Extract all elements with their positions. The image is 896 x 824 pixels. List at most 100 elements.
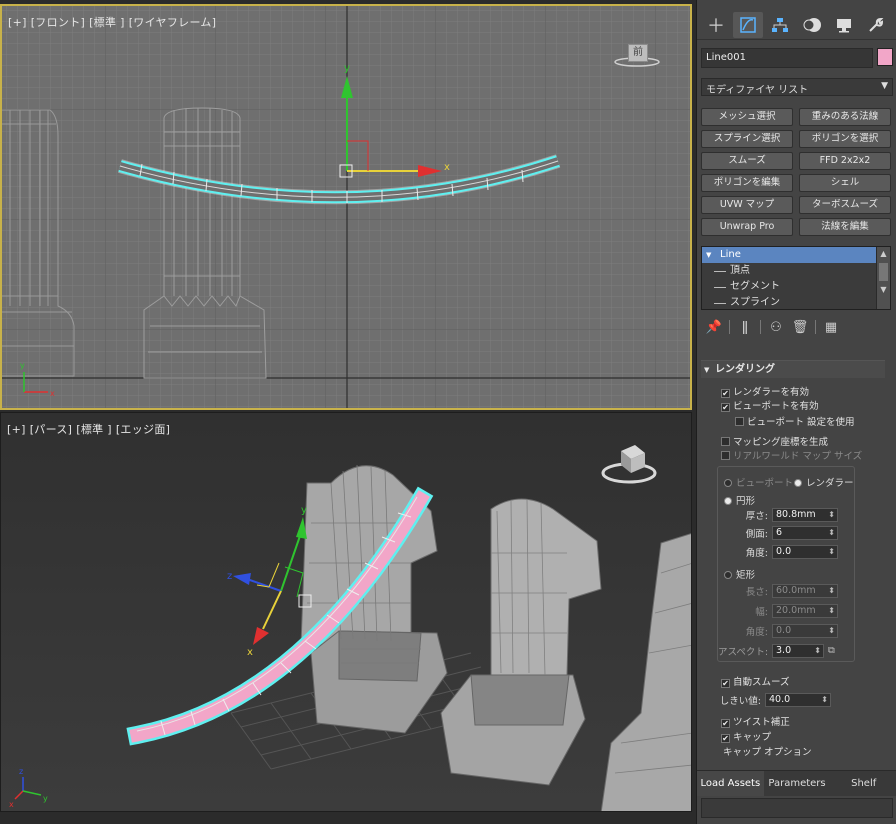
- stack-item-spline[interactable]: スプライン: [702, 295, 890, 311]
- thickness-value[interactable]: 80.8mm: [772, 507, 838, 522]
- gizmo-z-label-persp: z: [227, 571, 232, 582]
- remove-modifier-icon[interactable]: 🗑: [791, 318, 809, 336]
- viewport-menu-plus[interactable]: [+]: [8, 16, 27, 29]
- checkbox-checked-icon: ✔: [721, 679, 730, 688]
- separator: [815, 320, 816, 334]
- front-viewport-label[interactable]: [+] [フロント] [標準 ] [ワイヤフレーム]: [8, 14, 220, 30]
- ffd-button[interactable]: FFD 2x2x2: [799, 152, 891, 170]
- viewport-point-of-view[interactable]: [フロント]: [31, 16, 85, 29]
- radio-on-icon: [794, 479, 802, 487]
- viewport-shading-standard[interactable]: [標準 ]: [76, 423, 112, 436]
- front-viewport[interactable]: y x y x [+] [フロント] [標準 ] [ワイヤフレーム] 前: [0, 4, 692, 410]
- auto-smooth-checkbox[interactable]: ✔ 自動スムーズ: [721, 674, 790, 688]
- scroll-down-icon[interactable]: ▼: [877, 283, 890, 297]
- length-label: 長さ:: [745, 586, 768, 598]
- unwrap-pro-button[interactable]: Unwrap Pro: [701, 218, 793, 236]
- poly-select-button[interactable]: ポリゴンを選択: [799, 130, 891, 148]
- cap-options-label: キャップ オプション: [723, 747, 812, 758]
- generate-mapping-label: マッピング座標を生成: [733, 437, 829, 448]
- modifier-list-dropdown[interactable]: モディファイヤ リスト ▼: [701, 78, 893, 96]
- uvw-map-button[interactable]: UVW マップ: [701, 196, 793, 214]
- angle-value[interactable]: 0.0: [772, 544, 838, 559]
- command-panel-tabs: ＋: [697, 0, 896, 40]
- wrench-icon[interactable]: [861, 12, 891, 38]
- renderer-radio[interactable]: レンダラー: [794, 475, 854, 489]
- aspect-spinner[interactable]: アスペクト:3.0 ⧉: [718, 643, 835, 658]
- show-end-result-icon[interactable]: ǁ: [736, 318, 754, 336]
- mesh-select-button[interactable]: メッシュ選択: [701, 108, 793, 126]
- twist-correct-checkbox[interactable]: ✔ ツイスト補正: [721, 714, 790, 728]
- rectangular-radio[interactable]: 矩形: [724, 567, 755, 581]
- configure-sets-icon[interactable]: ▦: [822, 318, 840, 336]
- angle-spinner[interactable]: 角度: 0.0: [718, 544, 838, 559]
- viewport-point-of-view[interactable]: [パース]: [30, 423, 73, 436]
- use-viewport-settings-checkbox[interactable]: ビューポート 設定を使用: [735, 414, 855, 428]
- display-icon[interactable]: [829, 12, 859, 38]
- rect-angle-label: 角度:: [745, 626, 768, 638]
- checkbox-checked-icon: ✔: [721, 719, 730, 728]
- viewport-menu-plus[interactable]: [+]: [7, 423, 26, 436]
- cap-options-group-label: キャップ オプション: [723, 744, 812, 758]
- real-world-map-label: リアルワールド マップ サイズ: [733, 451, 863, 462]
- stack-item-vertex[interactable]: 頂点: [702, 263, 890, 279]
- rect-angle-spinner[interactable]: 角度: 0.0: [718, 623, 838, 638]
- spline-select-button[interactable]: スプライン選択: [701, 130, 793, 148]
- turbosmooth-button[interactable]: ターボスムーズ: [799, 196, 891, 214]
- edit-normals-button[interactable]: 法線を編集: [799, 218, 891, 236]
- lock-aspect-icon[interactable]: ⧉: [828, 645, 835, 656]
- tab-load-assets[interactable]: Load Assets: [697, 771, 764, 796]
- perspective-viewport-label[interactable]: [+] [パース] [標準 ] [エッジ面]: [7, 421, 174, 437]
- viewport-radio[interactable]: ビューポート: [724, 475, 793, 489]
- sides-spinner[interactable]: 側面: 6: [718, 525, 838, 540]
- radio-off-icon: [724, 571, 732, 579]
- threshold-spinner[interactable]: しきい値: 40.0: [711, 692, 831, 707]
- radial-radio[interactable]: 円形: [724, 493, 755, 507]
- generate-mapping-checkbox[interactable]: マッピング座標を生成: [721, 434, 828, 448]
- motion-icon[interactable]: [797, 12, 827, 38]
- length-spinner[interactable]: 長さ: 60.0mm: [718, 583, 838, 598]
- viewport-display-mode[interactable]: [エッジ面]: [116, 423, 170, 436]
- stack-item-line[interactable]: Line: [702, 247, 890, 263]
- viewcube-face-label[interactable]: 前: [628, 44, 648, 62]
- sides-value[interactable]: 6: [772, 525, 838, 540]
- threshold-label: しきい値:: [719, 695, 761, 707]
- stack-item-segment[interactable]: セグメント: [702, 279, 890, 295]
- aspect-value[interactable]: 3.0: [772, 643, 824, 658]
- length-value[interactable]: 60.0mm: [772, 583, 838, 598]
- shell-button[interactable]: シェル: [799, 174, 891, 192]
- rect-angle-value[interactable]: 0.0: [772, 623, 838, 638]
- thickness-spinner[interactable]: 厚さ: 80.8mm: [718, 507, 838, 522]
- viewport-display-mode[interactable]: [ワイヤフレーム]: [129, 16, 217, 29]
- rendering-rollout-title[interactable]: レンダリング: [701, 360, 885, 379]
- tab-shelf[interactable]: Shelf: [830, 771, 896, 796]
- scroll-up-icon[interactable]: ▲: [877, 247, 890, 261]
- perspective-viewport[interactable]: y z x z x y [+] [パース] [標準 ] [エッジ面]: [0, 412, 692, 812]
- smooth-button[interactable]: スムーズ: [701, 152, 793, 170]
- bottom-panel-area: [701, 798, 893, 818]
- modifier-stack: Line 頂点 セグメント スプライン ▲ ▼: [701, 246, 891, 310]
- real-world-map-checkbox[interactable]: リアルワールド マップ サイズ: [721, 448, 862, 462]
- enable-renderer-checkbox[interactable]: ✔ レンダラーを有効: [721, 384, 809, 398]
- scroll-thumb[interactable]: [879, 263, 888, 281]
- weighted-normals-button[interactable]: 重みのある法線: [799, 108, 891, 126]
- width-value[interactable]: 20.0mm: [772, 603, 838, 618]
- modify-icon[interactable]: [733, 12, 763, 38]
- object-color-swatch[interactable]: [877, 48, 893, 66]
- viewport-shading-standard[interactable]: [標準 ]: [89, 16, 125, 29]
- enable-viewport-checkbox[interactable]: ✔ ビューポートを有効: [721, 398, 819, 412]
- stack-scrollbar[interactable]: ▲ ▼: [876, 247, 890, 309]
- rendering-options-group: ビューポート レンダラー 円形 厚さ: 80.8mm 側面: 6 角度: 0.0 矩形…: [717, 466, 855, 662]
- object-name-field[interactable]: Line001: [701, 48, 873, 68]
- width-spinner[interactable]: 幅: 20.0mm: [718, 603, 838, 618]
- make-unique-icon[interactable]: ⚇: [767, 318, 785, 336]
- edit-poly-button[interactable]: ポリゴンを編集: [701, 174, 793, 192]
- plus-icon[interactable]: ＋: [701, 12, 731, 38]
- threshold-value[interactable]: 40.0: [765, 692, 831, 707]
- viewcube-perspective[interactable]: [599, 439, 659, 489]
- pin-stack-icon[interactable]: 📌: [705, 318, 723, 336]
- viewcube-front[interactable]: 前: [614, 38, 660, 72]
- hierarchy-icon[interactable]: [765, 12, 795, 38]
- cap-checkbox[interactable]: ✔ キャップ: [721, 729, 771, 743]
- front-viewport-canvas: y x y x: [2, 6, 690, 408]
- tab-parameters[interactable]: Parameters: [764, 771, 831, 796]
